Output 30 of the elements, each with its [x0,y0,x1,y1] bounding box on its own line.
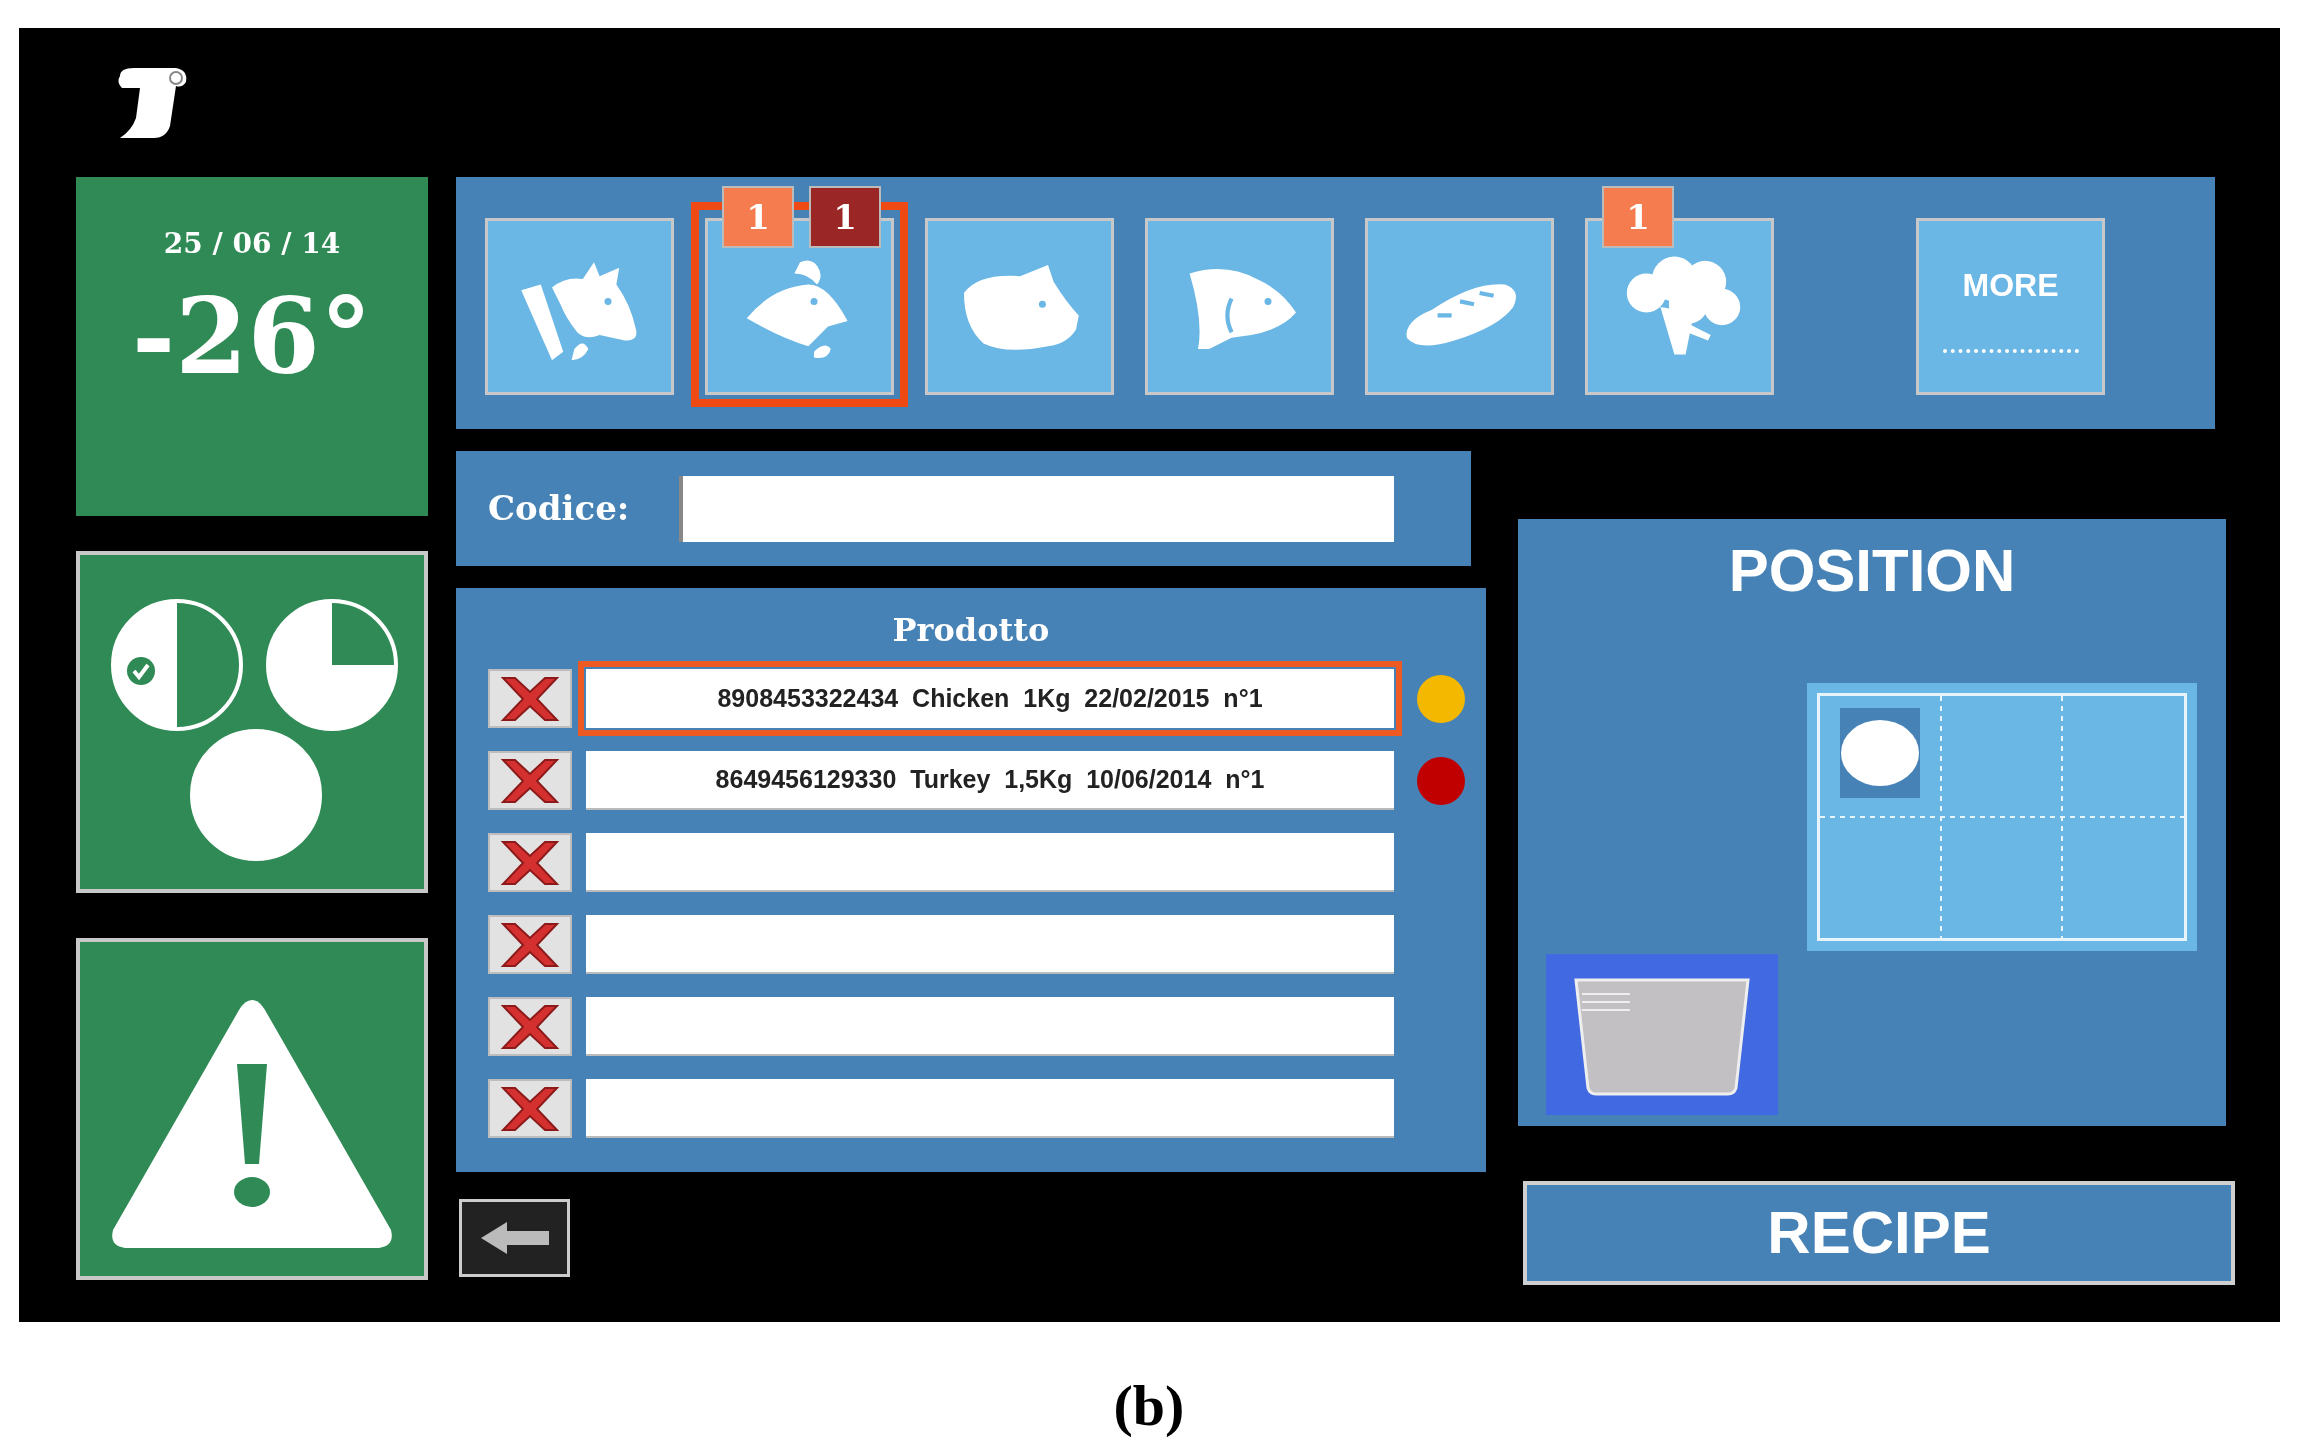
figure-caption: (b) [1113,1372,1185,1440]
count-badge: 1 [809,186,881,248]
delete-button[interactable] [488,751,572,810]
delete-button[interactable] [488,833,572,892]
delete-button[interactable] [488,997,572,1056]
code-label: Codice: [488,487,631,530]
container-tile[interactable] [1546,954,1778,1115]
product-field[interactable]: 8649456129330 Turkey 1,5Kg 10/06/2014 n°1 [586,751,1394,810]
category-tile[interactable] [1365,218,1554,395]
count-badge: 1 [1602,186,1674,248]
category-tile[interactable] [1145,218,1334,395]
delete-button[interactable] [488,669,572,728]
count-badge: 1 [722,186,794,248]
plate-icon[interactable] [1840,708,1920,798]
temperature-text: -26° [132,285,372,389]
product-title: Prodotto [892,610,1050,646]
date-text: 25 / 06 / 14 [163,226,341,262]
product-field[interactable] [586,1079,1394,1138]
code-input-field[interactable] [679,475,1394,542]
warning-tile[interactable] [76,938,428,1280]
category-tile[interactable] [925,218,1114,395]
product-field[interactable] [586,915,1394,974]
recipe-button[interactable]: RECIPE [1523,1181,2235,1285]
category-tile[interactable] [485,218,674,395]
delete-button[interactable] [488,915,572,974]
product-field[interactable] [586,997,1394,1056]
back-button[interactable] [459,1199,570,1277]
position-title: POSITION [1728,541,2016,601]
delete-button[interactable] [488,1079,572,1138]
product-field[interactable] [586,833,1394,892]
